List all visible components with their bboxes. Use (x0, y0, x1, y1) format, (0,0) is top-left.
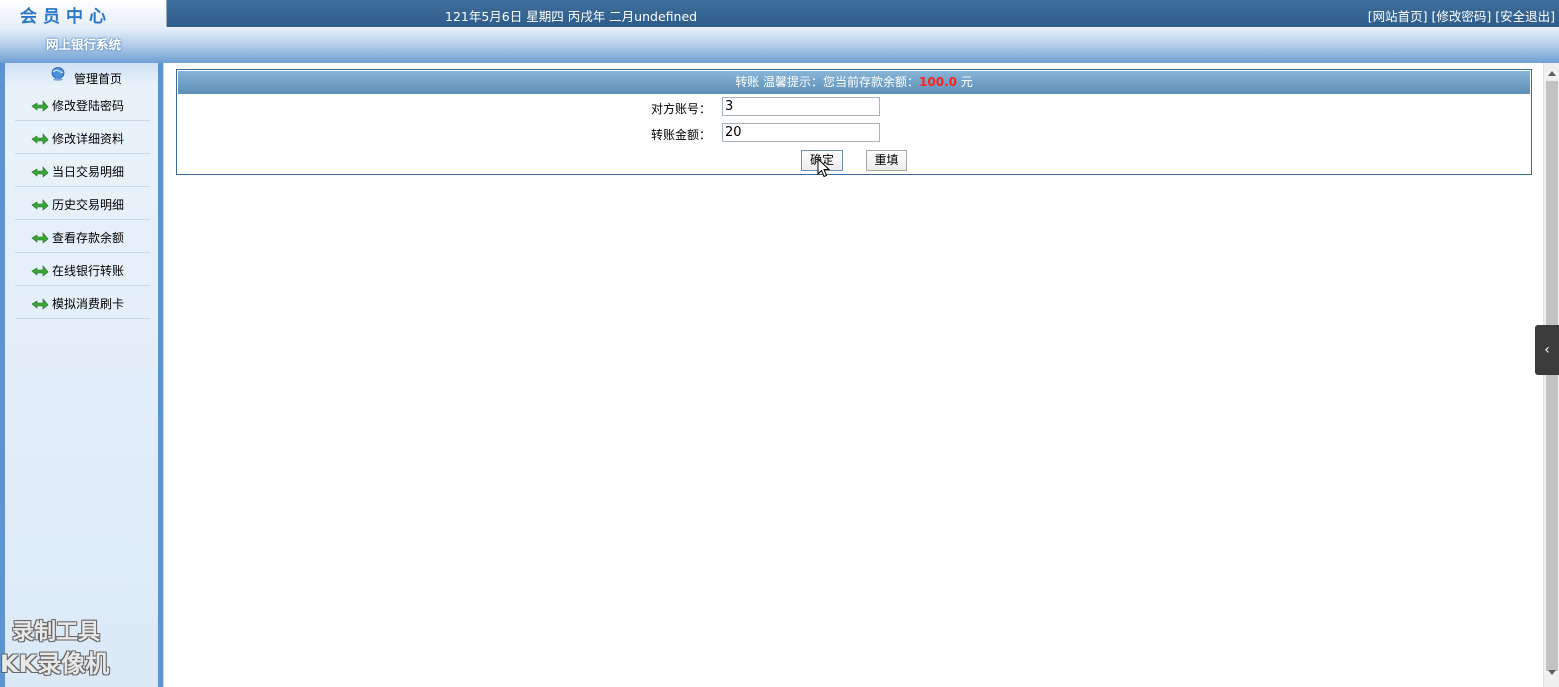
sidebar-item-change-login-password[interactable]: 修改登陆密码 (15, 88, 150, 121)
sidebar-item-label: 修改登陆密码 (52, 99, 125, 113)
sidebar-home-label: 管理首页 (74, 72, 123, 86)
change-password-link[interactable]: [修改密码] (1431, 9, 1491, 24)
panel-title: 转账 温馨提示：您当前存款余额： (735, 75, 920, 89)
balance-value: 100.0 (919, 75, 957, 89)
sidebar-item-history-transactions[interactable]: 历史交易明细 (15, 187, 150, 220)
arrow-icon (31, 265, 49, 277)
sidebar-item-edit-profile[interactable]: 修改详细资料 (15, 121, 150, 154)
arrow-icon (31, 133, 49, 145)
logout-link[interactable]: [安全退出] (1495, 9, 1555, 24)
scroll-up-arrow-icon[interactable] (1548, 71, 1556, 76)
arrow-icon (31, 166, 49, 178)
sidebar-item-label: 历史交易明细 (52, 198, 125, 212)
watermark-line2: KK录像机 (0, 650, 110, 678)
sidebar-item-label: 修改详细资料 (52, 132, 125, 146)
amount-label: 转账金额： (650, 128, 711, 142)
sidebar-item-view-balance[interactable]: 查看存款余额 (15, 220, 150, 253)
date-display: 121年5月6日 星期四 丙戌年 二月undefined (445, 9, 698, 24)
sidebar-item-today-transactions[interactable]: 当日交易明细 (15, 154, 150, 187)
sidebar-item-label: 在线银行转账 (52, 264, 125, 278)
sidebar-item-label: 模拟消费刷卡 (52, 297, 125, 311)
balance-unit: 元 (956, 75, 973, 89)
account-input[interactable] (722, 97, 880, 116)
reset-button[interactable]: 重填 (866, 150, 907, 171)
sidebar-item-online-transfer[interactable]: 在线银行转账 (15, 253, 150, 286)
top-links: [网站首页] [修改密码] [安全退出] (1368, 6, 1555, 25)
arrow-icon (31, 199, 49, 211)
sidebar-item-label: 当日交易明细 (52, 165, 125, 179)
scrollbar-thumb[interactable] (1546, 81, 1558, 671)
logo-area: 会员中心 (0, 0, 167, 27)
vertical-scrollbar[interactable] (1543, 63, 1559, 687)
sidebar-item-simulated-card-payment[interactable]: 模拟消费刷卡 (15, 286, 150, 319)
top-bar: 会员中心 121年5月6日 星期四 丙戌年 二月undefined [网站首页]… (0, 0, 1559, 27)
chevron-left-icon: ‹ (1544, 342, 1550, 358)
sidebar-item-label: 查看存款余额 (52, 231, 125, 245)
arrow-icon (31, 100, 49, 112)
banner: 网上银行系统 (0, 27, 1559, 63)
sidebar-home[interactable]: 管理首页 (5, 63, 158, 87)
transfer-panel: 转账 温馨提示：您当前存款余额：100.0 元 对方账号： 转账金额： 确定 重… (176, 69, 1532, 178)
site-home-link[interactable]: [网站首页] (1368, 9, 1428, 24)
logo-text: 会员中心 (20, 7, 112, 27)
amount-input[interactable] (722, 123, 880, 142)
system-title: 网上银行系统 (46, 37, 122, 52)
globe-icon (51, 67, 65, 81)
panel-header: 转账 温馨提示：您当前存款余额：100.0 元 (178, 71, 1530, 94)
collapse-handle[interactable]: ‹ (1535, 325, 1559, 375)
sidebar-menu: 管理首页 修改登陆密码 修改详细资料 当日交易明细 历史交易明细 查看存款余额 … (5, 63, 158, 687)
arrow-icon (31, 298, 49, 310)
mouse-cursor-icon (817, 158, 831, 178)
sidebar: 管理首页 修改登陆密码 修改详细资料 当日交易明细 历史交易明细 查看存款余额 … (0, 63, 163, 687)
scroll-down-arrow-icon[interactable] (1548, 670, 1556, 675)
account-label: 对方账号： (650, 102, 711, 116)
watermark-line1: 录制工具 (12, 620, 101, 645)
main-content: 转账 温馨提示：您当前存款余额：100.0 元 对方账号： 转账金额： 确定 重… (163, 63, 1559, 687)
arrow-icon (31, 232, 49, 244)
